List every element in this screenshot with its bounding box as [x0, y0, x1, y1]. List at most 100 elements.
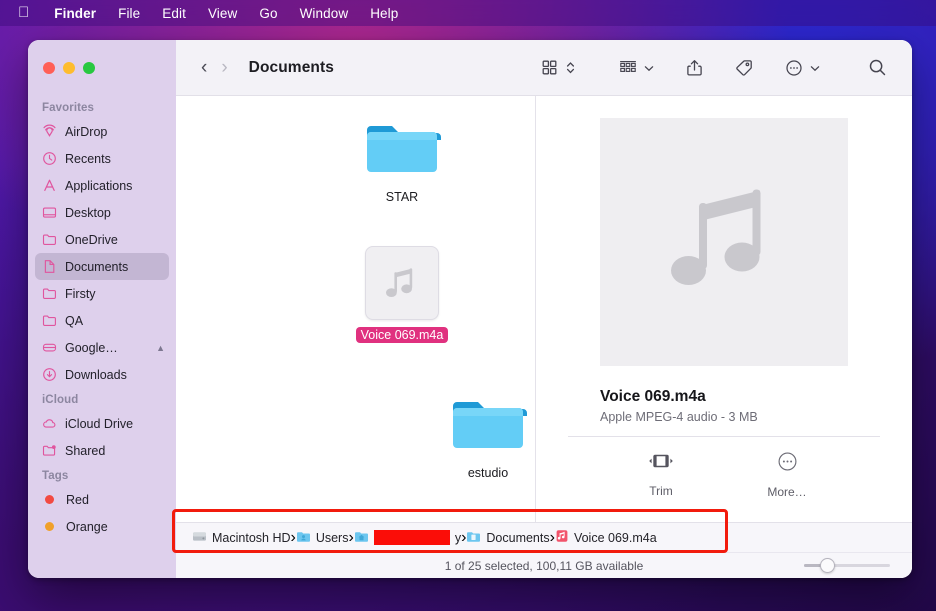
breadcrumb-documents[interactable]: Documents [466, 529, 550, 547]
sidebar-item-recents[interactable]: Recents [35, 145, 169, 172]
file-grid[interactable]: STAR Voice 069.m4a estudio [176, 96, 536, 522]
sidebar-section-icloud: iCloud [42, 394, 79, 406]
sidebar-item-label: Applications [65, 178, 133, 193]
orange-tag-dot-icon [45, 522, 54, 531]
more-label: More… [767, 485, 807, 499]
sidebar-item-label: OneDrive [65, 232, 118, 247]
search-icon [868, 58, 887, 77]
sidebar-item-label: Google… [65, 340, 118, 355]
shared-folder-icon [42, 443, 57, 458]
breadcrumb-label: Documents [486, 530, 550, 545]
path-bar: Macintosh HD › Users › y › Documents › V… [176, 522, 912, 552]
menu-item-edit[interactable]: Edit [151, 4, 197, 23]
menu-item-go[interactable]: Go [248, 4, 288, 23]
more-options-button[interactable] [776, 55, 829, 81]
sidebar-item-label: Red [66, 492, 89, 507]
audio-thumbnail [365, 246, 439, 320]
menu-item-help[interactable]: Help [359, 4, 409, 23]
document-icon [42, 259, 57, 274]
tag-button[interactable] [726, 55, 762, 81]
breadcrumb-macintosh-hd[interactable]: Macintosh HD [192, 529, 291, 547]
applications-icon [42, 178, 57, 193]
downloads-icon [42, 367, 57, 382]
folder-icon [42, 232, 57, 247]
preview-subtitle: Apple MPEG-4 audio - 3 MB [600, 410, 758, 424]
file-item-estudio[interactable]: estudio [434, 382, 542, 482]
grid-view-button[interactable] [532, 55, 584, 81]
file-item-star[interactable]: STAR [348, 106, 456, 206]
airdrop-icon [42, 124, 57, 139]
breadcrumb-users[interactable]: Users [296, 529, 348, 547]
sidebar-item-downloads[interactable]: Downloads [35, 361, 169, 388]
file-label: Voice 069.m4a [355, 327, 449, 343]
sidebar-item-firsty[interactable]: Firsty [35, 280, 169, 307]
sidebar-item-label: Firsty [65, 286, 96, 301]
window-controls [28, 40, 176, 96]
menu-item-file[interactable]: File [107, 4, 151, 23]
menu-item-window[interactable]: Window [289, 4, 360, 23]
sidebar-item-airdrop[interactable]: AirDrop [35, 118, 169, 145]
sidebar-item-qa[interactable]: QA [35, 307, 169, 334]
users-folder-icon [296, 529, 311, 547]
main-panel: ‹ › Documents STAR Voice 069.m4a estudio… [176, 40, 912, 578]
sidebar-item-onedrive[interactable]: OneDrive [35, 226, 169, 253]
home-folder-icon [354, 529, 369, 547]
preview-thumbnail [600, 118, 848, 366]
sidebar-item-tag-orange[interactable]: Orange [35, 513, 169, 540]
search-button[interactable] [859, 55, 896, 81]
trim-button[interactable]: Trim [629, 451, 693, 499]
sidebar-item-desktop[interactable]: Desktop [35, 199, 169, 226]
desktop-icon [42, 205, 57, 220]
sidebar-section-tags: Tags [42, 470, 69, 482]
more-circle-icon [777, 451, 798, 477]
file-item-voice-069[interactable]: Voice 069.m4a [348, 244, 456, 344]
slider-track[interactable] [804, 558, 890, 573]
menu-item-view[interactable]: View [197, 4, 248, 23]
status-text: 1 of 25 selected, 100,11 GB available [444, 558, 644, 573]
sidebar-item-label: Desktop [65, 205, 111, 220]
menu-item-finder[interactable]: Finder [43, 4, 107, 23]
sidebar-item-label: Downloads [65, 367, 127, 382]
forward-button[interactable]: › [214, 58, 234, 77]
maximize-button[interactable] [83, 62, 95, 74]
slider-knob[interactable] [820, 558, 835, 573]
sidebar-section-favorites: Favorites [42, 102, 95, 114]
sidebar-item-label: Documents [65, 259, 129, 274]
share-button[interactable] [677, 55, 712, 81]
file-label: estudio [467, 466, 509, 480]
chevron-down-icon [644, 65, 654, 72]
back-button[interactable]: ‹ [194, 58, 214, 77]
toolbar: ‹ › Documents [176, 40, 912, 96]
sidebar-item-icloud-drive[interactable]: iCloud Drive [35, 410, 169, 437]
apple-logo-icon[interactable]:  [18, 5, 29, 20]
preview-divider [568, 436, 880, 437]
audio-file-icon [555, 529, 569, 546]
folder-icon [42, 286, 57, 301]
sidebar-item-tag-red[interactable]: Red [35, 486, 169, 513]
breadcrumb-voice-file[interactable]: Voice 069.m4a [555, 529, 657, 546]
view-chevron-updown-icon [566, 60, 575, 75]
breadcrumb-user-home-redacted[interactable]: y [354, 529, 461, 547]
tag-icon [735, 59, 753, 77]
breadcrumb-label: Voice 069.m4a [573, 530, 657, 545]
breadcrumb-label: Macintosh HD [212, 530, 291, 545]
sidebar: Favorites AirDrop Recents Applications D… [28, 40, 176, 578]
hard-drive-icon [192, 529, 207, 547]
sidebar-item-documents[interactable]: Documents [35, 253, 169, 280]
sidebar-item-label: iCloud Drive [65, 416, 134, 431]
sidebar-item-google-drive[interactable]: Google… ▲ [35, 334, 169, 361]
more-button[interactable]: More… [755, 451, 819, 499]
drive-icon [42, 340, 57, 355]
group-by-button[interactable] [610, 55, 663, 81]
sidebar-item-shared[interactable]: Shared [35, 437, 169, 464]
page-title: Documents [248, 58, 334, 76]
folder-icon [348, 106, 456, 182]
close-button[interactable] [43, 62, 55, 74]
folder-icon [42, 313, 57, 328]
eject-icon[interactable]: ▲ [156, 343, 165, 353]
icon-size-slider[interactable] [804, 558, 890, 573]
sidebar-item-label: QA [65, 313, 84, 328]
red-tag-dot-icon [45, 495, 54, 504]
sidebar-item-applications[interactable]: Applications [35, 172, 169, 199]
minimize-button[interactable] [63, 62, 75, 74]
